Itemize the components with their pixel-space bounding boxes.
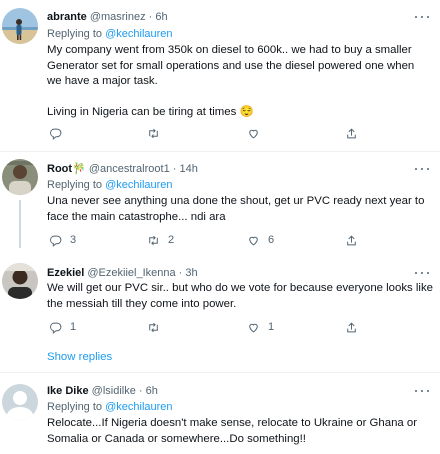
replying-to: Replying to @kechilauren: [47, 27, 173, 41]
user-handle[interactable]: @Ezekiiel_Ikenna: [87, 267, 175, 279]
tweet[interactable]: Root🎋 @ancestralroot1 · 14h Replying to …: [0, 152, 440, 252]
like-icon: [249, 323, 258, 332]
more-icon[interactable]: [414, 268, 430, 278]
more-icon[interactable]: [414, 164, 430, 174]
tweet-text-line: [47, 90, 427, 106]
like-count: 6: [268, 234, 275, 246]
reply-count: 3: [70, 234, 77, 246]
share-icon: [347, 234, 356, 245]
tweet-text-line: Somalia or Canada or somewhere...Do some…: [47, 432, 306, 445]
share-icon: [347, 127, 356, 138]
retweet-icon: [149, 235, 158, 245]
like-icon: [249, 129, 258, 138]
reply-button[interactable]: 3: [49, 232, 76, 248]
show-replies-link[interactable]: Show replies: [47, 351, 112, 363]
reply-button[interactable]: 1: [49, 319, 76, 335]
tweet-text: My company went from 350k on diesel to 6…: [47, 43, 427, 121]
like-button[interactable]: 6: [247, 232, 274, 248]
retweet-icon: [149, 128, 158, 138]
retweet-count: 2: [168, 234, 175, 246]
tweet[interactable]: Ike Dike @lsidilke · 6h Replying to @kec…: [0, 373, 440, 454]
reply-count: 1: [70, 321, 77, 333]
avatar[interactable]: [2, 8, 38, 44]
like-button[interactable]: 1: [247, 319, 274, 335]
tweet-text-line: Living in Nigeria can be tiring at times…: [47, 106, 254, 118]
mention-link[interactable]: @kechilauren: [105, 179, 172, 191]
share-button[interactable]: [345, 232, 358, 248]
replying-to: Replying to @kechilauren: [47, 178, 173, 192]
tweet-actions: [47, 125, 427, 141]
display-name[interactable]: abrante: [47, 11, 87, 23]
tweet-text: Relocate...If Nigeria doesn't make sense…: [47, 416, 427, 447]
share-icon: [347, 321, 356, 332]
tweet-header: Ike Dike @lsidilke · 6h: [47, 384, 158, 398]
tweet-text: Una never see anything una done the shou…: [47, 194, 427, 225]
tweet-header: Ezekiel @Ezekiiel_Ikenna · 3h: [47, 266, 198, 280]
tweet-text-line: My company went from 350k on diesel to 6…: [47, 44, 412, 56]
tweet-text-line: We will get our PVC sir.. but who do we …: [47, 282, 433, 294]
replying-to-label: Replying to: [47, 28, 103, 40]
display-name[interactable]: Ike Dike: [47, 385, 89, 397]
tweet[interactable]: abrante @masrinez · 6h Replying to @kech…: [0, 0, 440, 155]
timestamp[interactable]: 14h: [179, 163, 197, 175]
user-handle[interactable]: @ancestralroot1: [89, 163, 170, 175]
replying-to-label: Replying to: [47, 179, 103, 191]
avatar[interactable]: [2, 159, 38, 195]
more-icon[interactable]: [414, 386, 430, 396]
reply-icon: [50, 128, 62, 140]
reply-button[interactable]: [49, 125, 70, 141]
timestamp[interactable]: 6h: [146, 385, 158, 397]
reply-icon: [50, 322, 62, 334]
tweet-text-line: Relocate...If Nigeria doesn't make sense…: [47, 417, 418, 429]
tweet-text-line: we have a major task.: [47, 75, 158, 87]
share-button[interactable]: [345, 319, 358, 335]
tweet-text-line: Generator set for small operations and u…: [47, 59, 415, 72]
timestamp[interactable]: 6h: [155, 11, 167, 23]
tweet-header: abrante @masrinez · 6h: [47, 10, 168, 24]
like-button[interactable]: [247, 125, 268, 141]
tweet-text-line: the messiah till they come into power.: [47, 297, 237, 310]
share-button[interactable]: [345, 125, 358, 141]
avatar[interactable]: [2, 263, 38, 299]
separator-dot: ·: [172, 163, 177, 175]
tweet-text-line: Una never see anything una done the shou…: [47, 195, 425, 207]
reply-icon: [50, 235, 62, 247]
user-handle[interactable]: @lsidilke: [92, 385, 136, 397]
retweet-icon: [149, 322, 158, 332]
retweet-button[interactable]: 2: [147, 232, 174, 248]
timestamp[interactable]: 3h: [185, 267, 197, 279]
mention-link[interactable]: @kechilauren: [105, 401, 172, 413]
separator-dot: ·: [148, 11, 153, 23]
tweet-actions: 1 1: [47, 319, 427, 335]
separator-dot: ·: [178, 267, 183, 279]
replying-to-label: Replying to: [47, 401, 103, 413]
like-count: 1: [268, 321, 275, 333]
more-icon[interactable]: [414, 12, 430, 22]
tweet-header: Root🎋 @ancestralroot1 · 14h: [47, 162, 198, 176]
tweet[interactable]: Ezekiel @Ezekiiel_Ikenna · 3h We will ge…: [0, 252, 440, 344]
tweet-text-line: face the main catastrophe... ndi ara: [47, 210, 226, 223]
tweet-actions: 3 2 6: [47, 232, 427, 248]
retweet-button[interactable]: [147, 125, 168, 141]
display-name[interactable]: Ezekiel: [47, 267, 84, 279]
retweet-button[interactable]: [147, 319, 168, 335]
tweet-text: We will get our PVC sir.. but who do we …: [47, 281, 433, 312]
separator-dot: ·: [138, 385, 143, 397]
user-handle[interactable]: @masrinez: [90, 11, 146, 23]
like-icon: [249, 236, 258, 245]
replying-to: Replying to @kechilauren: [47, 400, 173, 414]
display-name[interactable]: Root🎋: [47, 163, 86, 175]
mention-link[interactable]: @kechilauren: [105, 28, 172, 40]
thread-line: [19, 200, 21, 248]
avatar[interactable]: [2, 384, 38, 420]
